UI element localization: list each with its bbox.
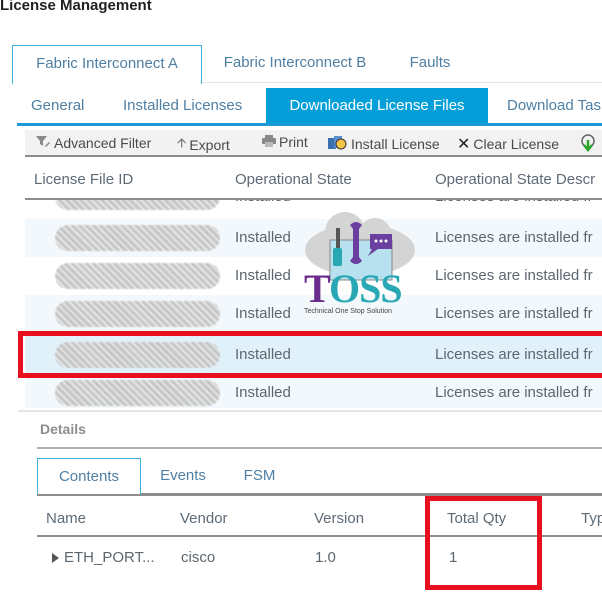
tab-download-tasks[interactable]: Download Tas — [507, 88, 601, 123]
column-header-type[interactable]: Typ — [581, 510, 602, 527]
print-button[interactable]: Print — [262, 134, 308, 150]
watermark-tagline: Technical One Stop Solution — [304, 308, 392, 315]
advanced-filter-button[interactable]: Advanced Filter — [35, 134, 151, 151]
download-button[interactable] — [580, 134, 596, 155]
license-file-id-redacted — [55, 301, 220, 327]
license-file-id-redacted — [55, 225, 220, 251]
license-file-id-redacted — [55, 380, 220, 406]
column-header-license-file-id[interactable]: License File ID — [34, 171, 133, 188]
operational-state: Installed — [235, 267, 291, 284]
name-cell[interactable]: ETH_PORT... — [52, 549, 155, 566]
operational-state: Installed — [235, 200, 291, 205]
clear-license-label: Clear License — [473, 136, 560, 152]
operational-state-description: Licenses are installed fr — [435, 267, 593, 284]
details-divider — [37, 447, 602, 449]
operational-state-description: Licenses are installed fr — [435, 305, 593, 322]
tab-general[interactable]: General — [31, 88, 84, 123]
arrow-up-icon: 🡩 — [177, 135, 187, 150]
operational-state: Installed — [235, 384, 291, 401]
license-file-id-redacted — [55, 263, 220, 289]
column-header-name[interactable]: Name — [46, 510, 86, 527]
license-table-header: License File ID Operational State Operat… — [25, 160, 602, 200]
table-divider — [18, 410, 602, 412]
tab-fabric-interconnect-b[interactable]: Fabric Interconnect B — [208, 45, 382, 83]
print-label: Print — [279, 134, 308, 150]
printer-icon — [262, 134, 276, 150]
clear-license-button[interactable]: ✕ Clear License — [457, 134, 559, 154]
tab-installed-licenses[interactable]: Installed Licenses — [123, 88, 242, 123]
export-label: Export — [189, 137, 230, 153]
license-file-id-redacted — [55, 200, 220, 210]
toolbar: Advanced Filter 🡩 Export Print Install L… — [25, 130, 602, 157]
vendor-cell: cisco — [181, 549, 216, 566]
filter-icon — [35, 134, 51, 151]
column-header-version[interactable]: Version — [314, 510, 364, 527]
tab-contents[interactable]: Contents — [37, 458, 141, 494]
install-license-icon — [328, 134, 348, 153]
column-header-vendor[interactable]: Vendor — [180, 510, 228, 527]
column-header-operational-state[interactable]: Operational State — [235, 171, 352, 188]
operational-state: Installed — [235, 229, 291, 246]
watermark-brand: TOSS — [304, 266, 403, 311]
page-title: License Management — [0, 0, 152, 14]
tab-fsm[interactable]: FSM — [232, 458, 287, 494]
export-button[interactable]: 🡩 Export — [177, 134, 230, 156]
operational-state: Installed — [235, 305, 291, 322]
sub-tab-bar: General Installed Licenses Downloaded Li… — [17, 88, 602, 126]
tab-events[interactable]: Events — [147, 458, 219, 494]
download-globe-icon — [580, 134, 596, 155]
version-cell: 1.0 — [315, 549, 336, 566]
operational-state-description: Licenses are installed fr — [435, 384, 593, 401]
details-tab-bar: Contents Events FSM — [37, 458, 602, 496]
install-license-button[interactable]: Install License — [328, 134, 440, 153]
tab-faults[interactable]: Faults — [390, 45, 470, 83]
tab-downloaded-license-files[interactable]: Downloaded License Files — [266, 88, 488, 123]
operational-state-description: Licenses are installed fr — [435, 200, 593, 205]
toss-watermark-logo: TOSS Technical One Stop Solution — [300, 210, 420, 325]
details-section-title: Details — [40, 421, 86, 437]
close-icon: ✕ — [457, 136, 471, 153]
table-row[interactable]: Installed Licenses are installed fr — [25, 374, 602, 408]
column-header-operational-state-description[interactable]: Operational State Descr — [435, 171, 595, 188]
total-qty-highlight-box — [425, 496, 542, 590]
install-license-label: Install License — [351, 135, 440, 152]
expand-caret-icon[interactable] — [52, 553, 59, 563]
selected-row-highlight-box — [18, 331, 602, 378]
operational-state-description: Licenses are installed fr — [435, 229, 593, 246]
advanced-filter-label: Advanced Filter — [54, 134, 152, 151]
tab-fabric-interconnect-a[interactable]: Fabric Interconnect A — [12, 45, 202, 84]
top-tab-bar: Fabric Interconnect A Fabric Interconnec… — [12, 45, 602, 84]
